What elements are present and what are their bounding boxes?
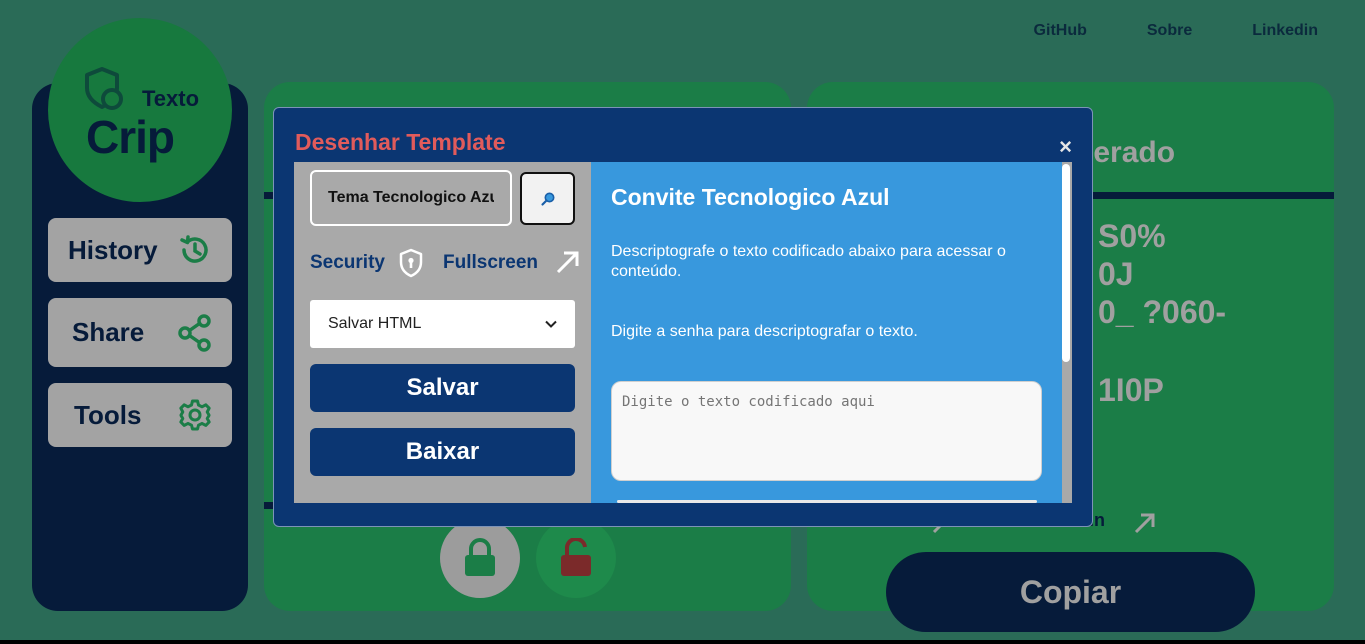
template-name-input[interactable] <box>310 170 512 226</box>
chevron-down-icon <box>545 320 557 328</box>
save-button[interactable]: Salvar <box>310 364 575 412</box>
scrollbar[interactable] <box>1062 162 1072 503</box>
sidebar-item-label: History <box>68 234 158 265</box>
preview-next-field <box>617 500 1037 503</box>
close-icon[interactable]: × <box>1059 134 1072 160</box>
lock-closed-icon <box>465 538 495 576</box>
cipher-text-line: 1I0P <box>1098 372 1164 408</box>
preview-instructions: Descriptografe o texto codificado abaixo… <box>611 243 1006 280</box>
draw-template-modal: Desenhar Template × Security Fullscreen … <box>273 107 1093 527</box>
cipher-text-line: 0_ ?060- <box>1098 294 1227 330</box>
cipher-text-line: 0J <box>1098 256 1134 292</box>
history-icon <box>180 235 208 263</box>
arrow-up-right-icon <box>1134 513 1155 534</box>
bottom-edge <box>0 640 1365 644</box>
logo-crip: Crip <box>86 111 175 163</box>
preview-title: Convite Tecnologico Azul <box>611 184 890 210</box>
divider <box>1092 192 1334 199</box>
share-icon <box>178 313 211 352</box>
search-button[interactable] <box>520 172 575 225</box>
nav-sobre[interactable]: Sobre <box>1147 22 1192 40</box>
download-button[interactable]: Baixar <box>310 428 575 476</box>
lock-open-icon <box>561 538 591 576</box>
logo[interactable]: Texto Crip <box>48 18 232 202</box>
encrypt-button[interactable] <box>440 518 520 598</box>
top-nav: GitHub Sobre Linkedin <box>974 22 1318 40</box>
encoded-text-input[interactable] <box>611 381 1042 481</box>
security-link[interactable]: Security <box>310 252 385 274</box>
shield-keyhole-icon <box>399 248 423 278</box>
sidebar-item-label: Tools <box>74 399 142 430</box>
preview-password-hint: Digite a senha para descriptografar o te… <box>611 323 918 340</box>
copy-button[interactable]: Copiar <box>886 552 1255 632</box>
save-format-select[interactable]: Salvar HTML <box>310 300 575 348</box>
cipher-text-line: S0% <box>1098 218 1166 254</box>
nav-linkedin[interactable]: Linkedin <box>1252 22 1318 40</box>
sidebar-item-history[interactable]: History <box>48 218 232 282</box>
sidebar-item-label: Share <box>72 317 145 347</box>
scrollbar-thumb[interactable] <box>1062 164 1070 362</box>
sidebar-item-tools[interactable]: Tools <box>48 383 232 447</box>
shield-logo-icon <box>85 67 123 110</box>
nav-github[interactable]: GitHub <box>1034 22 1087 40</box>
search-icon <box>540 192 554 206</box>
logo-texto: Texto <box>142 86 200 111</box>
fullscreen-arrow-icon <box>556 251 579 274</box>
save-format-selected: Salvar HTML <box>328 315 422 332</box>
decrypt-button[interactable] <box>536 518 616 598</box>
modal-body: Security Fullscreen Salvar HTML Salvar B… <box>294 162 1072 503</box>
modal-title: Desenhar Template <box>295 129 506 155</box>
gear-icon <box>179 399 211 431</box>
sidebar-item-share[interactable]: Share <box>48 298 232 367</box>
template-preview: Convite Tecnologico Azul Descriptografe … <box>591 162 1062 503</box>
fullscreen-link[interactable]: Fullscreen <box>443 252 538 274</box>
